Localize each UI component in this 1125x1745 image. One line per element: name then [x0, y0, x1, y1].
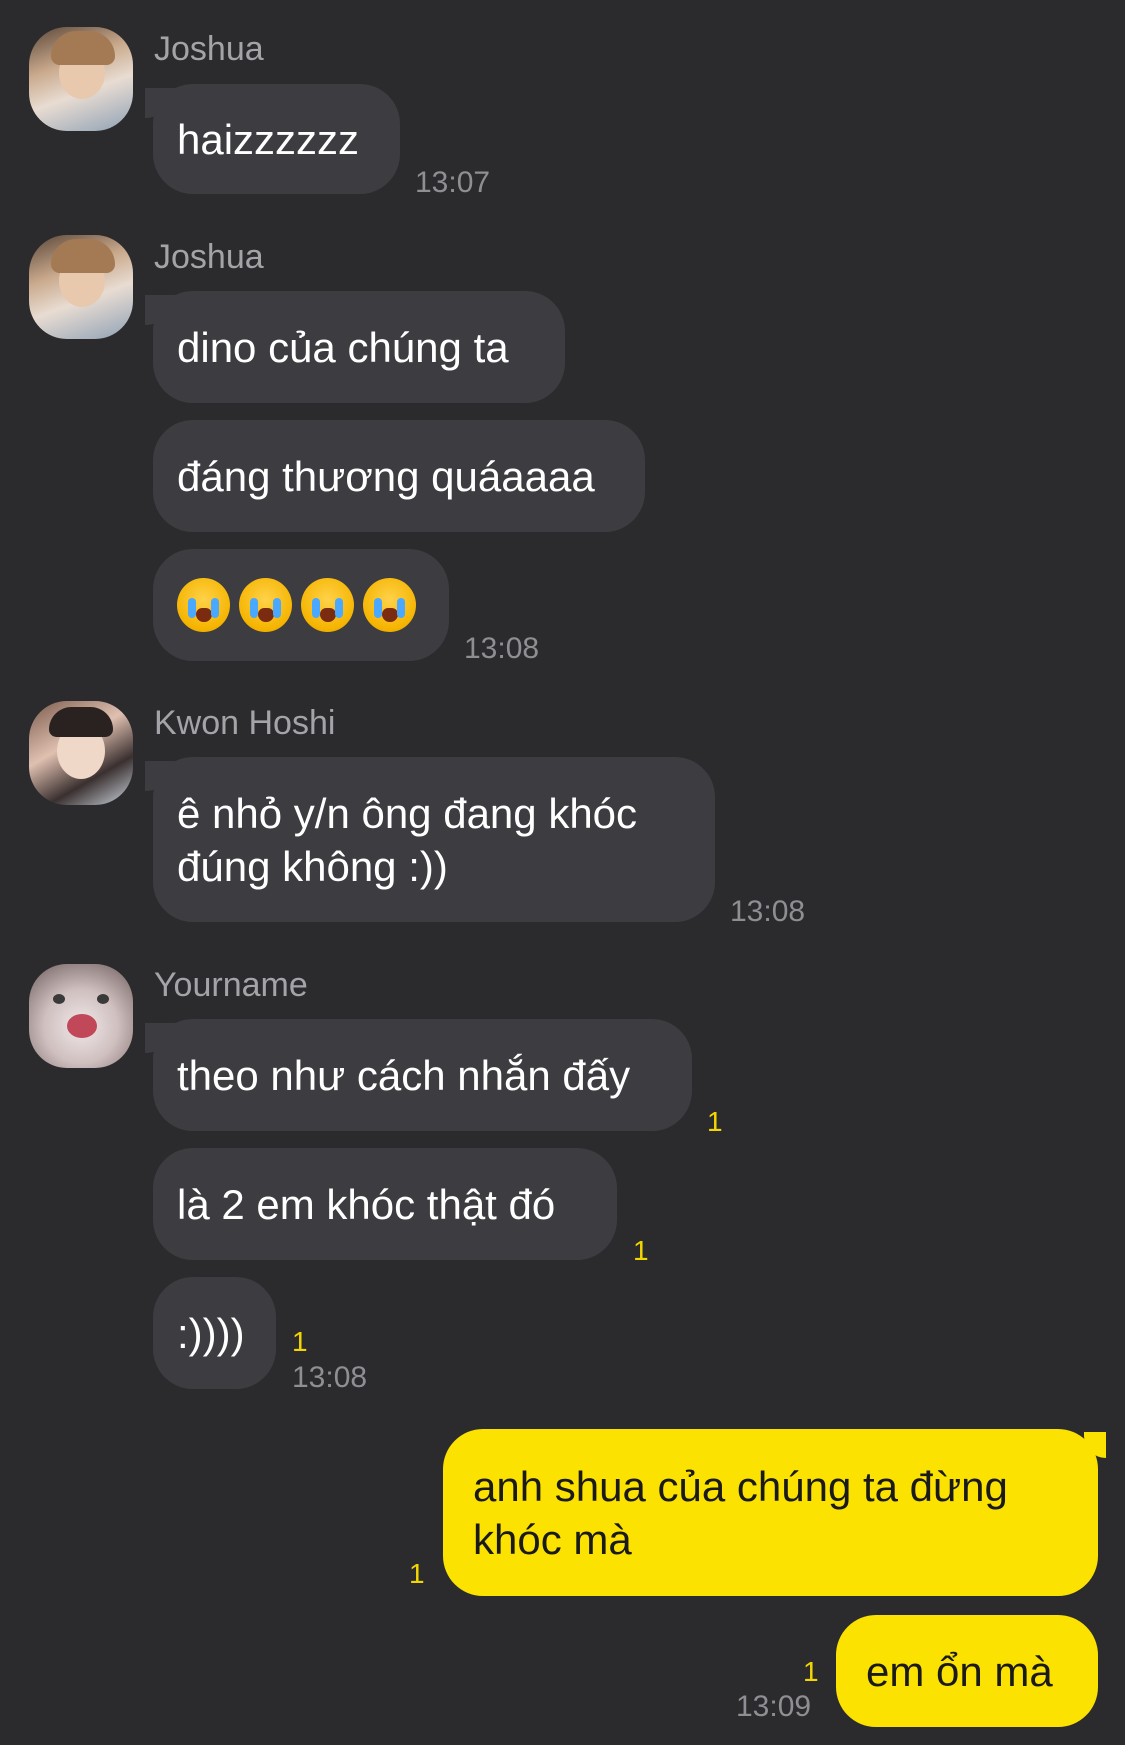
sender-name: Joshua: [154, 30, 264, 68]
sender-name: Kwon Hoshi: [154, 704, 336, 742]
avatar-joshua[interactable]: [29, 27, 133, 131]
avatar-yourname[interactable]: [29, 964, 133, 1068]
message-text-line: đúng không :)): [177, 842, 448, 890]
message-bubble[interactable]: theo như cách nhắn đấy: [153, 1019, 692, 1131]
message-time: 13:08: [730, 895, 806, 928]
sender-name: Yourname: [154, 966, 308, 1004]
unread-count: 1: [409, 1558, 425, 1589]
sender-name: Joshua: [154, 238, 264, 276]
unread-count: 1: [292, 1326, 308, 1357]
message-bubble[interactable]: :)))): [153, 1277, 276, 1389]
crying-face-emoji: [301, 578, 354, 632]
unread-count: 1: [707, 1106, 723, 1137]
crying-face-emoji: [239, 578, 292, 632]
message-text: dino của chúng ta: [177, 323, 509, 371]
message-text-line: anh shua của chúng ta đừng: [473, 1462, 1008, 1510]
crying-face-emoji: [363, 578, 416, 632]
avatar-kwon-hoshi[interactable]: [29, 701, 133, 805]
message-time: 13:07: [415, 166, 491, 199]
crying-face-emoji: [177, 578, 230, 632]
message-bubble[interactable]: dino của chúng ta: [153, 291, 565, 403]
message-text: đáng thương quáaaaa: [177, 452, 595, 500]
message-time: 13:09: [736, 1690, 812, 1723]
message-text: em ổn mà: [866, 1647, 1053, 1695]
message-time: 13:08: [464, 632, 540, 665]
my-message-bubble[interactable]: anh shua của chúng ta đừng khóc mà: [443, 1429, 1098, 1596]
message-bubble[interactable]: đáng thương quáaaaa: [153, 420, 645, 532]
message-text: theo như cách nhắn đấy: [177, 1051, 631, 1099]
message-bubble[interactable]: [153, 549, 449, 661]
message-text: haizzzzzz: [177, 115, 360, 163]
message-time: 13:08: [292, 1361, 368, 1394]
avatar-joshua[interactable]: [29, 235, 133, 339]
message-bubble[interactable]: là 2 em khóc thật đó: [153, 1148, 617, 1260]
message-text: :)))): [177, 1309, 245, 1357]
message-bubble[interactable]: haizzzzzz: [153, 84, 400, 194]
unread-count: 1: [633, 1235, 649, 1266]
message-text-line: ê nhỏ y/n ông đang khóc: [177, 789, 638, 837]
unread-count: 1: [803, 1656, 819, 1687]
my-message-bubble[interactable]: em ổn mà: [836, 1615, 1098, 1727]
message-text-line: khóc mà: [473, 1515, 632, 1563]
message-bubble[interactable]: ê nhỏ y/n ông đang khóc đúng không :)): [153, 757, 715, 922]
message-text: là 2 em khóc thật đó: [177, 1180, 556, 1228]
